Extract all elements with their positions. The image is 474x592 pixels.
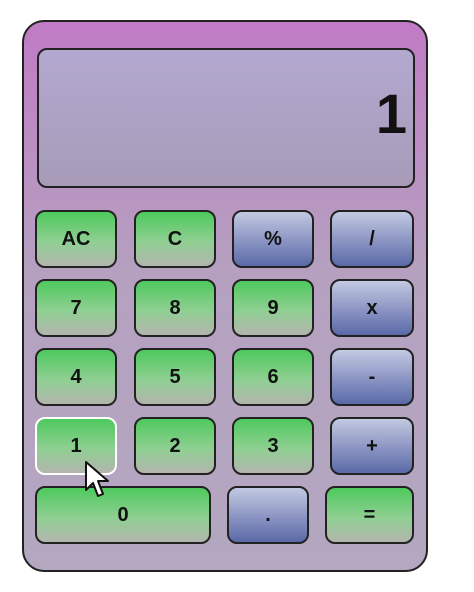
all-clear-button[interactable]: AC bbox=[35, 210, 117, 268]
mouse-pointer-icon bbox=[85, 461, 109, 497]
minus-button[interactable]: - bbox=[330, 348, 414, 406]
digit-0-button[interactable]: 0 bbox=[35, 486, 211, 544]
divide-button[interactable]: / bbox=[330, 210, 414, 268]
multiply-button[interactable]: x bbox=[330, 279, 414, 337]
digit-9-button[interactable]: 9 bbox=[232, 279, 314, 337]
digit-4-button[interactable]: 4 bbox=[35, 348, 117, 406]
plus-button[interactable]: + bbox=[330, 417, 414, 475]
digit-7-button[interactable]: 7 bbox=[35, 279, 117, 337]
digit-5-button[interactable]: 5 bbox=[134, 348, 216, 406]
digit-2-button[interactable]: 2 bbox=[134, 417, 216, 475]
percent-button[interactable]: % bbox=[232, 210, 314, 268]
display-screen: 1 bbox=[37, 48, 415, 188]
digit-3-button[interactable]: 3 bbox=[232, 417, 314, 475]
display-value: 1 bbox=[375, 82, 407, 145]
decimal-button[interactable]: . bbox=[227, 486, 309, 544]
digit-8-button[interactable]: 8 bbox=[134, 279, 216, 337]
calculator: 1 AC C % / 7 8 9 x 4 5 6 - 1 2 3 + 0 . = bbox=[22, 20, 428, 572]
digit-6-button[interactable]: 6 bbox=[232, 348, 314, 406]
clear-button[interactable]: C bbox=[134, 210, 216, 268]
equals-button[interactable]: = bbox=[325, 486, 414, 544]
